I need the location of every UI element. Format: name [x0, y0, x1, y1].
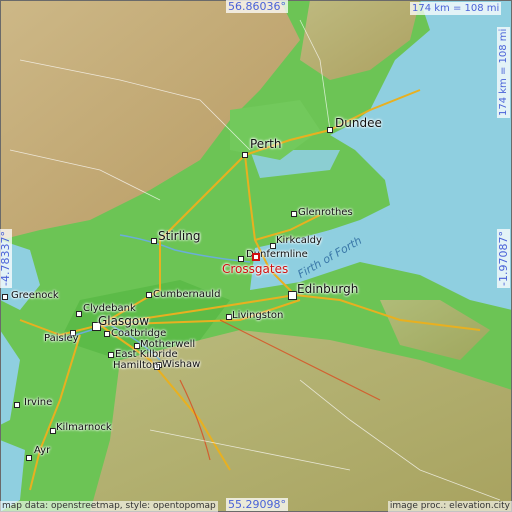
north-coordinate: 56.86036° — [226, 0, 288, 13]
hamilton-label: Hamilton — [113, 360, 159, 371]
clydebank-label: Clydebank — [83, 303, 136, 314]
ayr-label: Ayr — [34, 445, 51, 456]
greenock-marker[interactable] — [2, 294, 8, 300]
stirling-label: Stirling — [158, 229, 201, 243]
glenrothes-label: Glenrothes — [298, 207, 353, 218]
dundee-label: Dundee — [335, 116, 382, 130]
cumbernauld-marker[interactable] — [146, 292, 152, 298]
livingston-label: Livingston — [232, 310, 284, 321]
edinburgh-label: Edinburgh — [297, 282, 359, 296]
paisley-label: Paisley — [44, 333, 79, 344]
coatbridge-label: Coatbridge — [111, 328, 167, 339]
vertical-scale: 174 km = 108 mi — [497, 26, 510, 118]
horizontal-scale: 174 km = 108 mi — [410, 2, 502, 15]
glenrothes-marker[interactable] — [291, 211, 297, 217]
greenock-label: Greenock — [11, 290, 59, 301]
west-coordinate: -4.78337° — [0, 229, 12, 288]
ayr-marker[interactable] — [26, 455, 32, 461]
cumbernauld-label: Cumbernauld — [153, 289, 221, 300]
featured-location-label: Crossgates — [222, 262, 289, 276]
irvine-label: Irvine — [24, 397, 53, 408]
wishaw-label: Wishaw — [162, 359, 201, 370]
dundee-marker[interactable] — [327, 127, 333, 133]
stirling-marker[interactable] — [151, 238, 157, 244]
east-coordinate: -1.97087° — [497, 229, 510, 288]
irvine-marker[interactable] — [14, 402, 20, 408]
coatbridge-marker[interactable] — [104, 331, 110, 337]
kirkcaldy-label: Kirkcaldy — [276, 235, 322, 246]
perth-marker[interactable] — [242, 152, 248, 158]
east-kilbride-marker[interactable] — [108, 352, 114, 358]
edinburgh-marker[interactable] — [288, 291, 297, 300]
image-processing-credit: image proc.: elevation.city — [387, 501, 512, 512]
map-attribution: map data: openstreetmap, style: opentopo… — [0, 501, 218, 512]
kilmarnock-label: Kilmarnock — [56, 422, 112, 433]
glasgow-label: Glasgow — [98, 314, 150, 328]
clydebank-marker[interactable] — [76, 311, 82, 317]
perth-label: Perth — [250, 137, 282, 151]
featured-location-marker[interactable] — [252, 253, 260, 261]
south-coordinate: 55.29098° — [226, 498, 288, 511]
map-view[interactable]: Perth Dundee Glenrothes Kirkcaldy Dunfer… — [0, 0, 512, 512]
